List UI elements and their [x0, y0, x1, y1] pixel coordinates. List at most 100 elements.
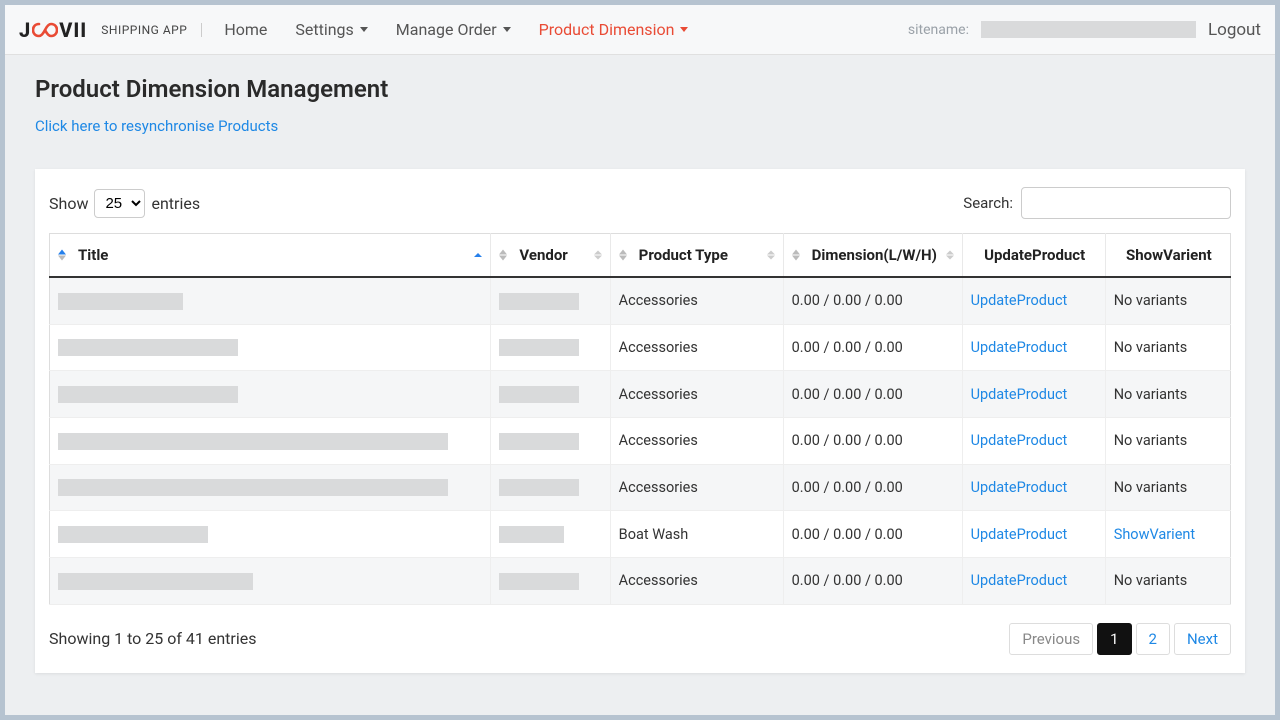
vendor-redacted [499, 386, 579, 403]
cell-variant: No variants [1105, 371, 1230, 418]
table-row: Accessories0.00 / 0.00 / 0.00UpdateProdu… [50, 371, 1231, 418]
col-dim[interactable]: Dimension(L/W/H) [783, 234, 962, 278]
cell-title [50, 324, 491, 371]
nav-product-dimension-label: Product Dimension [539, 20, 675, 39]
update-product-link[interactable]: UpdateProduct [962, 418, 1105, 465]
update-product-link[interactable]: UpdateProduct [962, 558, 1105, 605]
show-label: Show [49, 194, 88, 213]
nav-product-dimension[interactable]: Product Dimension [527, 12, 701, 47]
search-input[interactable] [1021, 187, 1231, 219]
page-title: Product Dimension Management [35, 75, 1245, 103]
table-row: Accessories0.00 / 0.00 / 0.00UpdateProdu… [50, 464, 1231, 511]
app-label: SHIPPING APP [101, 23, 202, 37]
sort-icon [58, 250, 66, 261]
vendor-redacted [499, 479, 579, 496]
update-product-link[interactable]: UpdateProduct [962, 464, 1105, 511]
vendor-redacted [499, 573, 579, 590]
title-redacted [58, 526, 208, 543]
cell-title [50, 511, 491, 558]
update-product-link[interactable]: UpdateProduct [962, 277, 1105, 324]
col-type[interactable]: Product Type [610, 234, 783, 278]
cell-product-type: Accessories [610, 324, 783, 371]
sort-both-icon [594, 251, 602, 260]
logo: J VII [19, 18, 87, 42]
page-1[interactable]: 1 [1097, 623, 1131, 655]
logo-infinity-icon [32, 22, 58, 38]
cell-title [50, 418, 491, 465]
show-entries: Show 25 entries [49, 189, 200, 218]
search-box: Search: [963, 187, 1231, 219]
sort-both-icon [946, 251, 954, 260]
cell-product-type: Accessories [610, 418, 783, 465]
col-vendor[interactable]: Vendor [491, 234, 610, 278]
nav-settings[interactable]: Settings [283, 12, 379, 47]
page-next[interactable]: Next [1174, 623, 1231, 655]
cell-variant: No variants [1105, 418, 1230, 465]
chevron-down-icon [680, 27, 688, 32]
cell-product-type: Accessories [610, 558, 783, 605]
cell-variant: No variants [1105, 558, 1230, 605]
table-row: Accessories0.00 / 0.00 / 0.00UpdateProdu… [50, 277, 1231, 324]
entries-select[interactable]: 25 [94, 189, 145, 218]
logout-link[interactable]: Logout [1208, 20, 1261, 40]
show-variant-link[interactable]: ShowVarient [1105, 511, 1230, 558]
vendor-redacted [499, 339, 579, 356]
cell-dimension: 0.00 / 0.00 / 0.00 [783, 324, 962, 371]
nav-manage-order[interactable]: Manage Order [384, 12, 523, 47]
col-title[interactable]: Title [50, 234, 491, 278]
col-dim-label: Dimension(L/W/H) [812, 246, 937, 264]
cell-dimension: 0.00 / 0.00 / 0.00 [783, 418, 962, 465]
cell-vendor [491, 464, 610, 511]
cell-dimension: 0.00 / 0.00 / 0.00 [783, 511, 962, 558]
vendor-redacted [499, 433, 579, 450]
page-prev[interactable]: Previous [1009, 623, 1093, 655]
cell-vendor [491, 558, 610, 605]
cell-title [50, 464, 491, 511]
update-product-link[interactable]: UpdateProduct [962, 371, 1105, 418]
sitename-label: sitename: [908, 22, 969, 38]
cell-variant: No variants [1105, 464, 1230, 511]
nav-manage-order-label: Manage Order [396, 20, 497, 39]
cell-product-type: Accessories [610, 371, 783, 418]
col-show-variant: ShowVarient [1105, 234, 1230, 278]
chevron-down-icon [503, 27, 511, 32]
table-card: Show 25 entries Search: [35, 169, 1245, 673]
cell-vendor [491, 277, 610, 324]
table-row: Accessories0.00 / 0.00 / 0.00UpdateProdu… [50, 558, 1231, 605]
cell-product-type: Boat Wash [610, 511, 783, 558]
sort-icon [792, 250, 800, 261]
products-table: Title Vendor Product Type [49, 233, 1231, 605]
search-label: Search: [963, 194, 1013, 212]
sort-icon [619, 250, 627, 261]
title-redacted [58, 293, 183, 310]
cell-title [50, 277, 491, 324]
cell-variant: No variants [1105, 277, 1230, 324]
col-update-label: UpdateProduct [984, 246, 1085, 264]
col-vendor-label: Vendor [519, 246, 567, 264]
entries-label: entries [151, 194, 200, 213]
resync-link[interactable]: Click here to resynchronise Products [35, 117, 1245, 135]
cell-dimension: 0.00 / 0.00 / 0.00 [783, 277, 962, 324]
cell-title [50, 371, 491, 418]
sitename-value-redacted [981, 21, 1196, 38]
cell-dimension: 0.00 / 0.00 / 0.00 [783, 558, 962, 605]
nav-settings-label: Settings [295, 20, 353, 39]
chevron-down-icon [360, 27, 368, 32]
table-row: Boat Wash0.00 / 0.00 / 0.00UpdateProduct… [50, 511, 1231, 558]
title-redacted [58, 479, 448, 496]
cell-dimension: 0.00 / 0.00 / 0.00 [783, 371, 962, 418]
nav-right: sitename: Logout [908, 20, 1261, 40]
col-update: UpdateProduct [962, 234, 1105, 278]
cell-vendor [491, 371, 610, 418]
update-product-link[interactable]: UpdateProduct [962, 511, 1105, 558]
nav-home[interactable]: Home [212, 12, 279, 47]
page-2[interactable]: 2 [1136, 623, 1170, 655]
sort-asc-icon [474, 253, 482, 257]
cell-product-type: Accessories [610, 464, 783, 511]
title-redacted [58, 573, 253, 590]
vendor-redacted [499, 293, 579, 310]
sort-both-icon [767, 251, 775, 260]
update-product-link[interactable]: UpdateProduct [962, 324, 1105, 371]
navbar: J VII SHIPPING APP Home Settings Manage … [5, 5, 1275, 55]
cell-vendor [491, 418, 610, 465]
